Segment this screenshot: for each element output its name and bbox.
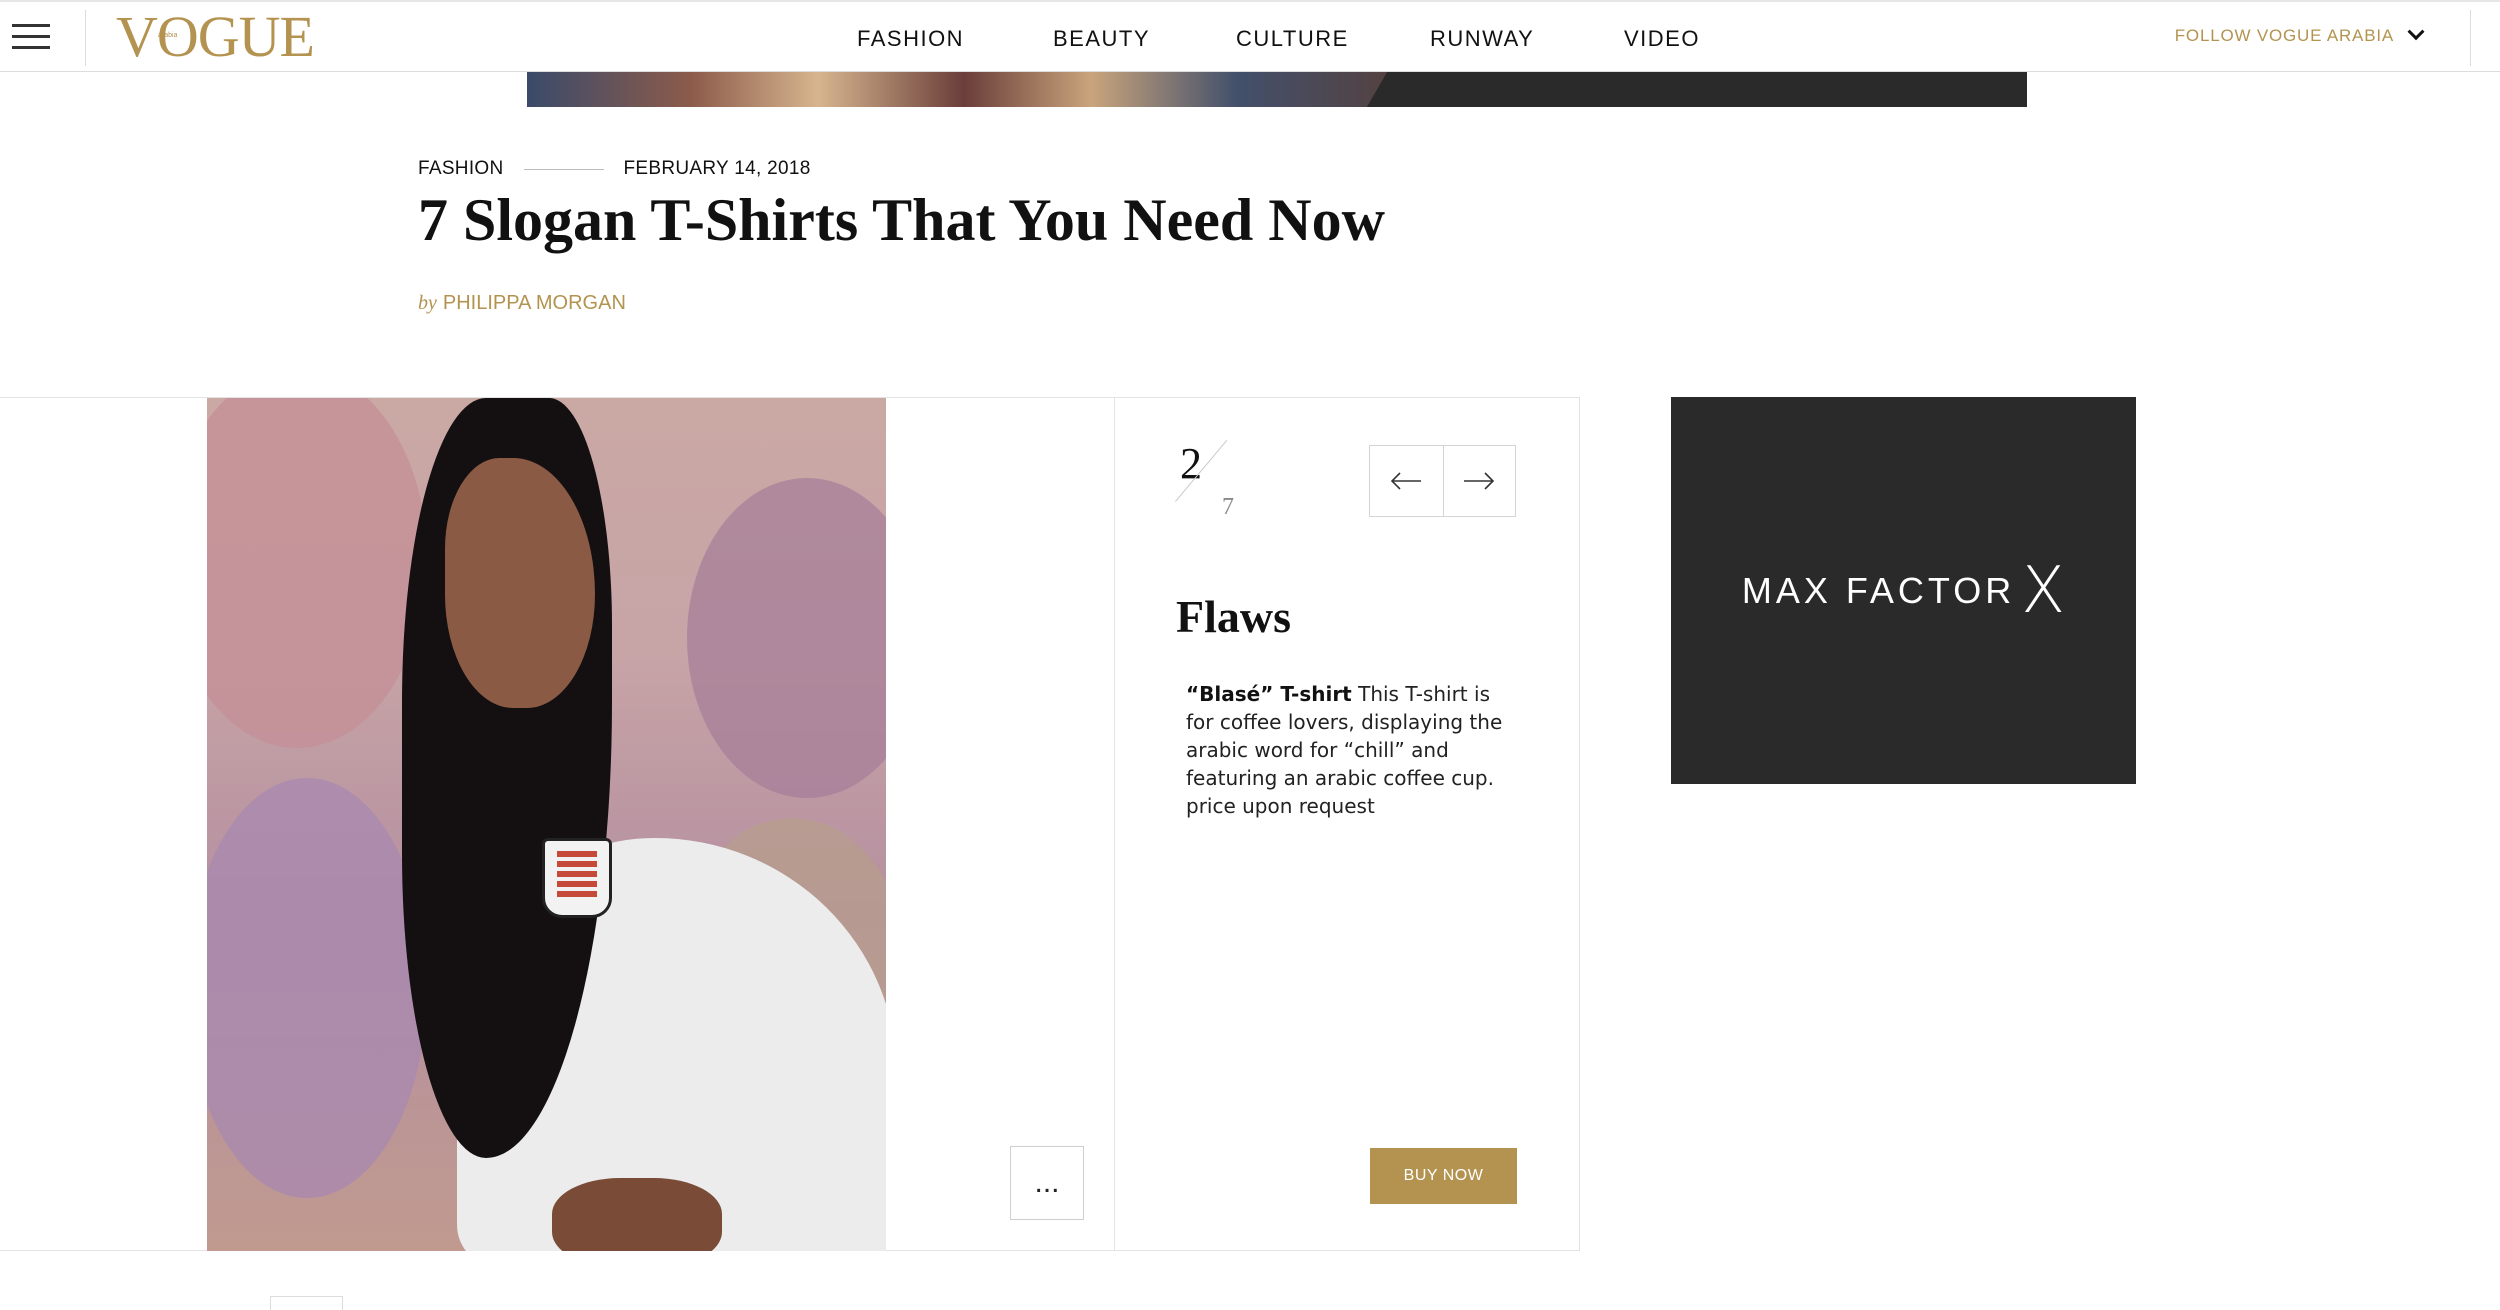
chevron-down-icon [2407, 23, 2425, 41]
nav-link-beauty[interactable]: BEAUTY [1053, 26, 1150, 52]
arm [552, 1178, 722, 1251]
arrow-left-icon [1391, 472, 1422, 490]
byline: by PHILIPPA MORGAN [418, 292, 626, 315]
next-slide-button[interactable] [1442, 446, 1516, 516]
follow-label: FOLLOW VOGUE ARABIA [2174, 26, 2394, 45]
background-cactus [687, 478, 886, 798]
slide-description: “Blasé” T-shirt This T-shirt is for coff… [1186, 680, 1516, 820]
slide-heading: Flaws [1176, 591, 1291, 642]
more-options-button[interactable]: ... [1010, 1146, 1084, 1220]
article-date: FEBRUARY 14, 2018 [623, 158, 811, 179]
buy-now-button[interactable]: BUY NOW [1370, 1148, 1517, 1204]
ad-brand-mark: X [2021, 553, 2066, 628]
article-meta: FASHION FEBRUARY 14, 2018 [418, 158, 811, 180]
next-section-box [270, 1296, 343, 1310]
main-nav: FASHION BEAUTY CULTURE RUNWAY VIDEO [0, 26, 2500, 56]
hero-banner-image [527, 72, 2027, 107]
background-cactus [207, 398, 427, 748]
meta-divider [523, 168, 604, 170]
nav-link-runway[interactable]: RUNWAY [1430, 26, 1534, 52]
slide-counter-total: 7 [1222, 494, 1234, 520]
follow-vogue-arabia-button[interactable]: FOLLOW VOGUE ARABIA [2174, 23, 2425, 46]
article-title: 7 Slogan T-Shirts That You Need Now [418, 187, 1385, 253]
coffee-cup-print [542, 838, 612, 918]
slide-navigation [1369, 445, 1516, 517]
top-navigation: VOGUE arabia FASHION BEAUTY CULTURE RUNW… [0, 0, 2500, 72]
nav-link-video[interactable]: VIDEO [1624, 26, 1700, 52]
banner-photo [527, 72, 1437, 107]
slide-photo[interactable] [207, 398, 886, 1251]
author-link[interactable]: PHILIPPA MORGAN [443, 292, 626, 314]
nav-link-fashion[interactable]: FASHION [857, 26, 964, 52]
byline-prefix: by [418, 292, 437, 314]
arrow-right-icon [1464, 472, 1495, 490]
ad-brand-text: MAX FACTOR [1741, 569, 2016, 611]
background-cactus [207, 778, 427, 1198]
panel-divider [1114, 398, 1115, 1251]
prev-slide-button[interactable] [1370, 446, 1443, 516]
max-factor-ad[interactable]: MAX FACTOR X [1671, 397, 2136, 784]
item-name: “Blasé” T-shirt [1186, 682, 1352, 706]
nav-link-culture[interactable]: CULTURE [1236, 26, 1349, 52]
slideshow-gallery: ... 2 7 Flaws “Blasé” T-shirt This T-shi… [0, 397, 1580, 1251]
article-category[interactable]: FASHION [418, 158, 504, 180]
nav-divider-right [2470, 10, 2471, 66]
